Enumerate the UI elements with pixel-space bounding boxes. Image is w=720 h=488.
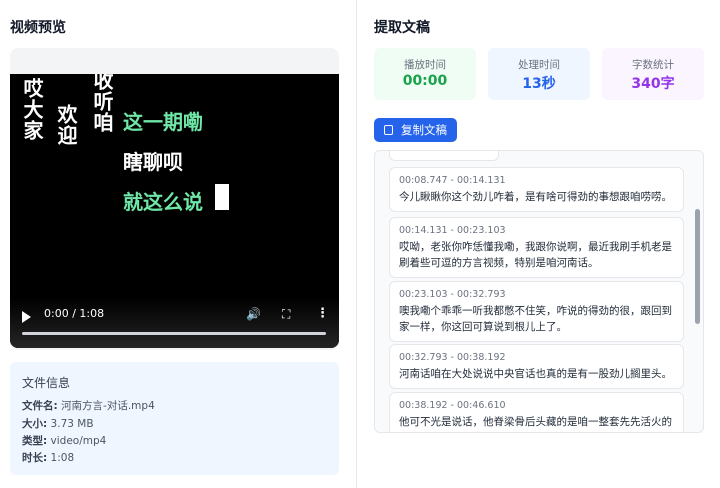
file-name-row: 文件名: 河南方言-对话.mp4: [22, 398, 155, 413]
video-time: 0:00 / 1:08: [44, 307, 105, 320]
file-name-label: 文件名:: [22, 400, 58, 412]
file-size-value: 3.73 MB: [50, 418, 94, 430]
fullscreen-icon[interactable]: ⛶: [282, 307, 290, 322]
video-progress-bar[interactable]: [22, 332, 326, 335]
stat-word-count: 字数统计 340字: [602, 48, 704, 100]
segment-text: 噢我嘞个乖乖一听我都憋不住笑，咋说的得劲的很，跟回到家一样，你这回可算说到根儿上…: [399, 305, 672, 333]
transcript-panel: 提取文稿 播放时间 00:00 处理时间 13秒 字数统计 340字 复制文稿 …: [357, 0, 720, 488]
segment-text: 他可不光是说话，他脊梁骨后头藏的是咱一整套先先活火的: [399, 416, 672, 428]
video-vertical-text-3: 收听咱: [90, 74, 114, 133]
play-icon[interactable]: [22, 311, 31, 323]
stat-process-time-label: 处理时间: [518, 59, 560, 71]
transcript-title: 提取文稿: [374, 20, 430, 36]
video-vertical-text-2: 欢迎: [54, 104, 78, 146]
segment-text: 河南话咱在大处说说中央官话也真的是有一股劲儿搁里头。: [399, 368, 672, 380]
segment-timestamp: 00:23.103 - 00:32.793: [399, 289, 506, 300]
file-size-label: 大小:: [22, 418, 48, 430]
file-name-value: 河南方言-对话.mp4: [61, 400, 155, 412]
file-type-value: video/mp4: [50, 435, 107, 447]
transcript-segment[interactable]: 00:32.793 - 00:38.192 河南话咱在大处说说中央官话也真的是有…: [389, 344, 684, 389]
video-line-3: 就这么说: [123, 190, 203, 214]
stat-process-time-value: 13秒: [522, 76, 556, 92]
transcript-segment[interactable]: 00:08.747 - 00:14.131 今儿瞅瞅你这个劲儿咋着，是有啥可得劲…: [389, 167, 684, 212]
file-size-row: 大小: 3.73 MB: [22, 416, 94, 431]
stat-word-count-value: 340字: [631, 76, 675, 92]
transcript-scrollbar[interactable]: [695, 209, 700, 324]
file-info-title: 文件信息: [22, 376, 71, 390]
segment-timestamp: 00:38.192 - 00:46.610: [399, 400, 506, 411]
video-preview-title: 视频预览: [10, 20, 66, 36]
segment-text: 哎呦，老张你咋恁懂我嘞，我跟你说啊，最近我刷手机老是刷着些可逗的方言视频，特别是…: [399, 241, 672, 269]
text-cursor: [215, 184, 229, 210]
video-vertical-text-1: 哎大家: [20, 78, 44, 141]
stat-play-time: 播放时间 00:00: [374, 48, 476, 100]
transcript-segment[interactable]: 00:14.131 - 00:23.103 哎呦，老张你咋恁懂我嘞，我跟你说啊，…: [389, 217, 684, 278]
segment-timestamp: 00:14.131 - 00:23.103: [399, 225, 506, 236]
more-options-icon[interactable]: ⋮: [316, 306, 329, 321]
file-type-label: 类型:: [22, 435, 48, 447]
copy-icon: [384, 125, 393, 135]
file-type-row: 类型: video/mp4: [22, 433, 106, 448]
stat-play-time-value: 00:00: [402, 73, 448, 89]
file-duration-value: 1:08: [50, 452, 75, 464]
volume-icon[interactable]: 🔊: [246, 307, 261, 321]
transcript-segment[interactable]: 00:38.192 - 00:46.610 他可不光是说话，他脊梁骨后头藏的是咱…: [389, 392, 684, 432]
video-preview-panel: 视频预览 哎大家 欢迎 收听咱 这一期嘞 瞎聊呗 就这么说 0:00 / 1:0…: [0, 0, 356, 488]
video-line-2: 瞎聊呗: [123, 150, 183, 174]
segment-timestamp: 00:32.793 - 00:38.192: [399, 352, 506, 363]
file-duration-label: 时长:: [22, 452, 48, 464]
transcript-list[interactable]: 00:08.747 - 00:14.131 今儿瞅瞅你这个劲儿咋着，是有啥可得劲…: [374, 150, 704, 433]
transcript-segment-partial: [389, 151, 499, 161]
video-player[interactable]: 哎大家 欢迎 收听咱 这一期嘞 瞎聊呗 就这么说 0:00 / 1:08 🔊 ⛶…: [10, 74, 339, 348]
video-line-1: 这一期嘞: [123, 110, 203, 134]
stat-process-time: 处理时间 13秒: [488, 48, 590, 100]
copy-transcript-label: 复制文稿: [401, 123, 447, 137]
file-duration-row: 时长: 1:08: [22, 450, 74, 465]
segment-timestamp: 00:08.747 - 00:14.131: [399, 175, 506, 186]
stat-word-count-label: 字数统计: [632, 59, 674, 71]
copy-transcript-button[interactable]: 复制文稿: [374, 118, 457, 142]
segment-text: 今儿瞅瞅你这个劲儿咋着，是有啥可得劲的事想跟咱唠唠。: [399, 191, 672, 203]
file-info-card: 文件信息 文件名: 河南方言-对话.mp4 大小: 3.73 MB 类型: vi…: [10, 362, 339, 475]
video-controls: 0:00 / 1:08 🔊 ⛶ ⋮: [10, 298, 339, 348]
transcript-segment[interactable]: 00:23.103 - 00:32.793 噢我嘞个乖乖一听我都憋不住笑，咋说的…: [389, 281, 684, 342]
stat-play-time-label: 播放时间: [404, 59, 446, 71]
